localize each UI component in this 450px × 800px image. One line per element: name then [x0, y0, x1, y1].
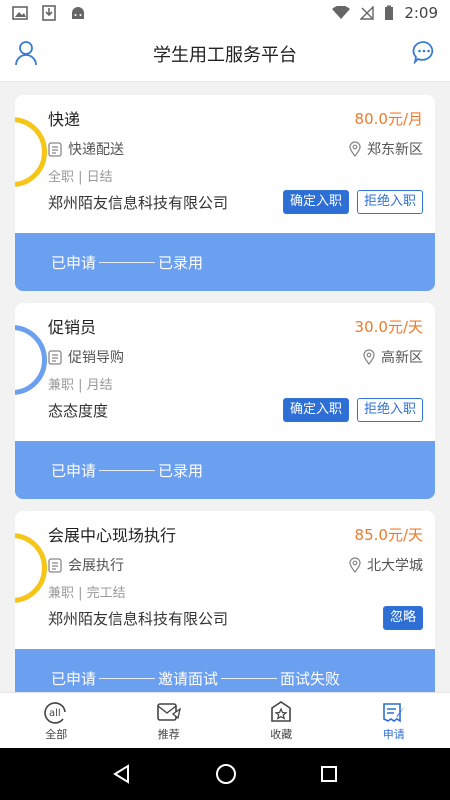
progress-connector	[99, 469, 156, 471]
tab-label: 收藏	[270, 727, 293, 741]
location-pin-icon	[349, 141, 361, 157]
application-progress: 已申请 邀请面试 面试失败	[15, 649, 435, 692]
all-icon: all	[44, 701, 67, 724]
status-ring	[15, 325, 47, 395]
job-application-list[interactable]: 快递 80.0元/月 快递配送 郑东新区 全职 | 日结 郑州陌友信息科技有限公…	[0, 82, 450, 692]
company-name: 郑州陌友信息科技有限公司	[48, 193, 229, 212]
status-ring	[15, 533, 47, 603]
job-location: 郑东新区	[367, 142, 423, 158]
progress-step: 面试失败	[280, 669, 341, 688]
job-salary: 30.0元/天	[354, 317, 423, 336]
job-title: 快递	[48, 110, 81, 129]
apply-icon	[382, 702, 405, 722]
job-salary: 85.0元/天	[354, 525, 423, 544]
progress-step: 已申请	[51, 669, 97, 688]
job-category: 会展执行	[68, 558, 124, 574]
job-type: 兼职 | 完工结	[48, 585, 126, 601]
job-card[interactable]: 促销员 30.0元/天 促销导购 高新区 兼职 | 月结 态态度度 确定入职 拒…	[15, 303, 435, 499]
clock: 2:09	[404, 4, 438, 22]
progress-connector	[99, 261, 156, 263]
job-title: 会展中心现场执行	[48, 526, 177, 545]
document-icon	[48, 141, 62, 157]
tab-label: 推荐	[157, 727, 180, 741]
reject-hire-button[interactable]: 拒绝入职	[356, 398, 423, 422]
tab-favorite[interactable]: 收藏	[225, 693, 338, 748]
tab-apply[interactable]: 申请	[338, 693, 450, 748]
android-notification-icon	[72, 7, 84, 19]
document-icon	[48, 557, 62, 573]
reject-hire-button[interactable]: 拒绝入职	[356, 190, 423, 214]
status-ring	[15, 117, 47, 187]
tab-recommend[interactable]: 推荐	[113, 693, 226, 748]
battery-icon	[385, 5, 394, 20]
location-pin-icon	[363, 349, 375, 365]
progress-connector	[221, 677, 278, 679]
confirm-hire-button[interactable]: 确定入职	[282, 190, 349, 214]
progress-step: 已申请	[51, 461, 97, 480]
system-nav-bar	[0, 748, 450, 800]
location-pin-icon	[349, 557, 361, 573]
company-name: 态态度度	[48, 401, 109, 420]
bottom-tab-bar: all 全部 推荐 收藏 申请	[0, 692, 450, 748]
page-title: 学生用工服务平台	[153, 44, 297, 66]
progress-step: 已申请	[51, 253, 97, 272]
image-notification-icon	[12, 6, 28, 20]
progress-step: 已录用	[158, 253, 204, 272]
job-location: 高新区	[381, 350, 423, 366]
status-bar: 2:09	[0, 0, 450, 26]
job-category: 快递配送	[68, 142, 124, 158]
application-progress: 已申请 已录用	[15, 233, 435, 291]
tab-all[interactable]: all 全部	[0, 693, 113, 748]
home-icon[interactable]	[215, 763, 237, 785]
job-salary: 80.0元/月	[354, 109, 423, 128]
svg-text:all: all	[49, 708, 61, 719]
job-card[interactable]: 快递 80.0元/月 快递配送 郑东新区 全职 | 日结 郑州陌友信息科技有限公…	[15, 95, 435, 291]
app-header: 学生用工服务平台	[0, 26, 450, 82]
job-category: 促销导购	[68, 350, 124, 366]
back-icon[interactable]	[112, 764, 132, 784]
progress-step: 已录用	[158, 461, 204, 480]
wifi-icon	[332, 6, 351, 19]
ignore-button[interactable]: 忽略	[382, 606, 423, 630]
message-icon[interactable]	[412, 40, 436, 68]
tab-label: 全部	[45, 727, 68, 741]
document-icon	[48, 349, 62, 365]
favorite-icon	[271, 700, 292, 722]
job-location: 北大学城	[367, 558, 423, 574]
company-name: 郑州陌友信息科技有限公司	[48, 609, 229, 628]
job-card[interactable]: 会展中心现场执行 85.0元/天 会展执行 北大学城 兼职 | 完工结 郑州陌友…	[15, 511, 435, 692]
recent-apps-icon[interactable]	[320, 765, 338, 783]
user-profile-icon[interactable]	[14, 40, 38, 70]
no-signal-icon	[360, 6, 375, 20]
recommend-icon	[156, 702, 181, 721]
progress-connector	[99, 677, 156, 679]
download-notification-icon	[42, 5, 56, 21]
confirm-hire-button[interactable]: 确定入职	[282, 398, 349, 422]
tab-label: 申请	[382, 727, 405, 741]
job-title: 促销员	[48, 318, 97, 337]
job-type: 兼职 | 月结	[48, 377, 113, 393]
application-progress: 已申请 已录用	[15, 441, 435, 499]
job-type: 全职 | 日结	[48, 169, 113, 185]
progress-step: 邀请面试	[158, 669, 219, 688]
